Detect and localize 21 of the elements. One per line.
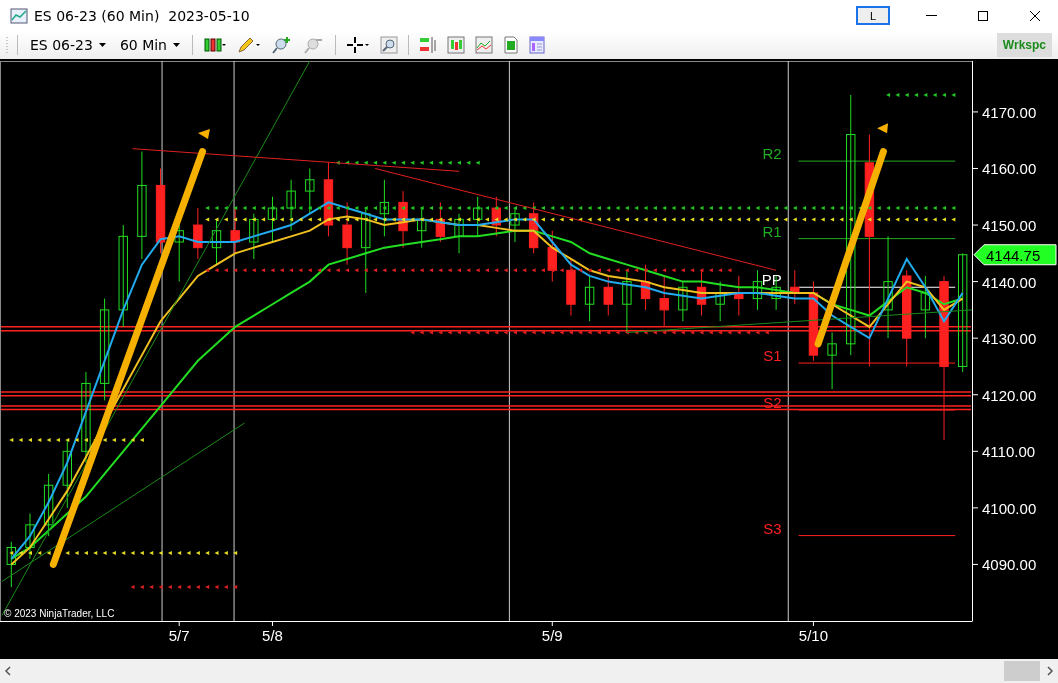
price-axis-label: 4090.00 <box>982 556 1037 574</box>
pivot-label: S3 <box>763 519 782 537</box>
price-axis-label: 4140.00 <box>982 273 1037 291</box>
date-axis-label: 5/7 <box>168 627 190 645</box>
date-axis-label: 5/10 <box>798 627 829 645</box>
price-axis-label: 4110.00 <box>982 443 1036 461</box>
date-axis-label: 5/9 <box>541 627 563 645</box>
price-axis-label: 4150.00 <box>982 217 1037 235</box>
last-price-tag: 4144.75 <box>973 244 1057 266</box>
price-axis-label: 4100.00 <box>982 500 1037 518</box>
price-axis-label: 4120.00 <box>982 387 1037 405</box>
price-axis-label: 4160.00 <box>982 160 1037 178</box>
price-axis-label: 4130.00 <box>982 330 1037 348</box>
pivot-label: S1 <box>763 347 782 365</box>
price-axis-label: 4170.00 <box>982 104 1037 122</box>
pivot-label: PP <box>761 271 782 289</box>
pivot-label: R2 <box>762 145 782 163</box>
date-axis-label: 5/8 <box>262 627 283 645</box>
pivot-label: R1 <box>762 222 782 240</box>
window-title: ES 06-23 (60 Min) 2023-05-10 <box>34 7 251 24</box>
copyright-text: © 2023 NinjaTrader, LLC <box>4 608 115 620</box>
